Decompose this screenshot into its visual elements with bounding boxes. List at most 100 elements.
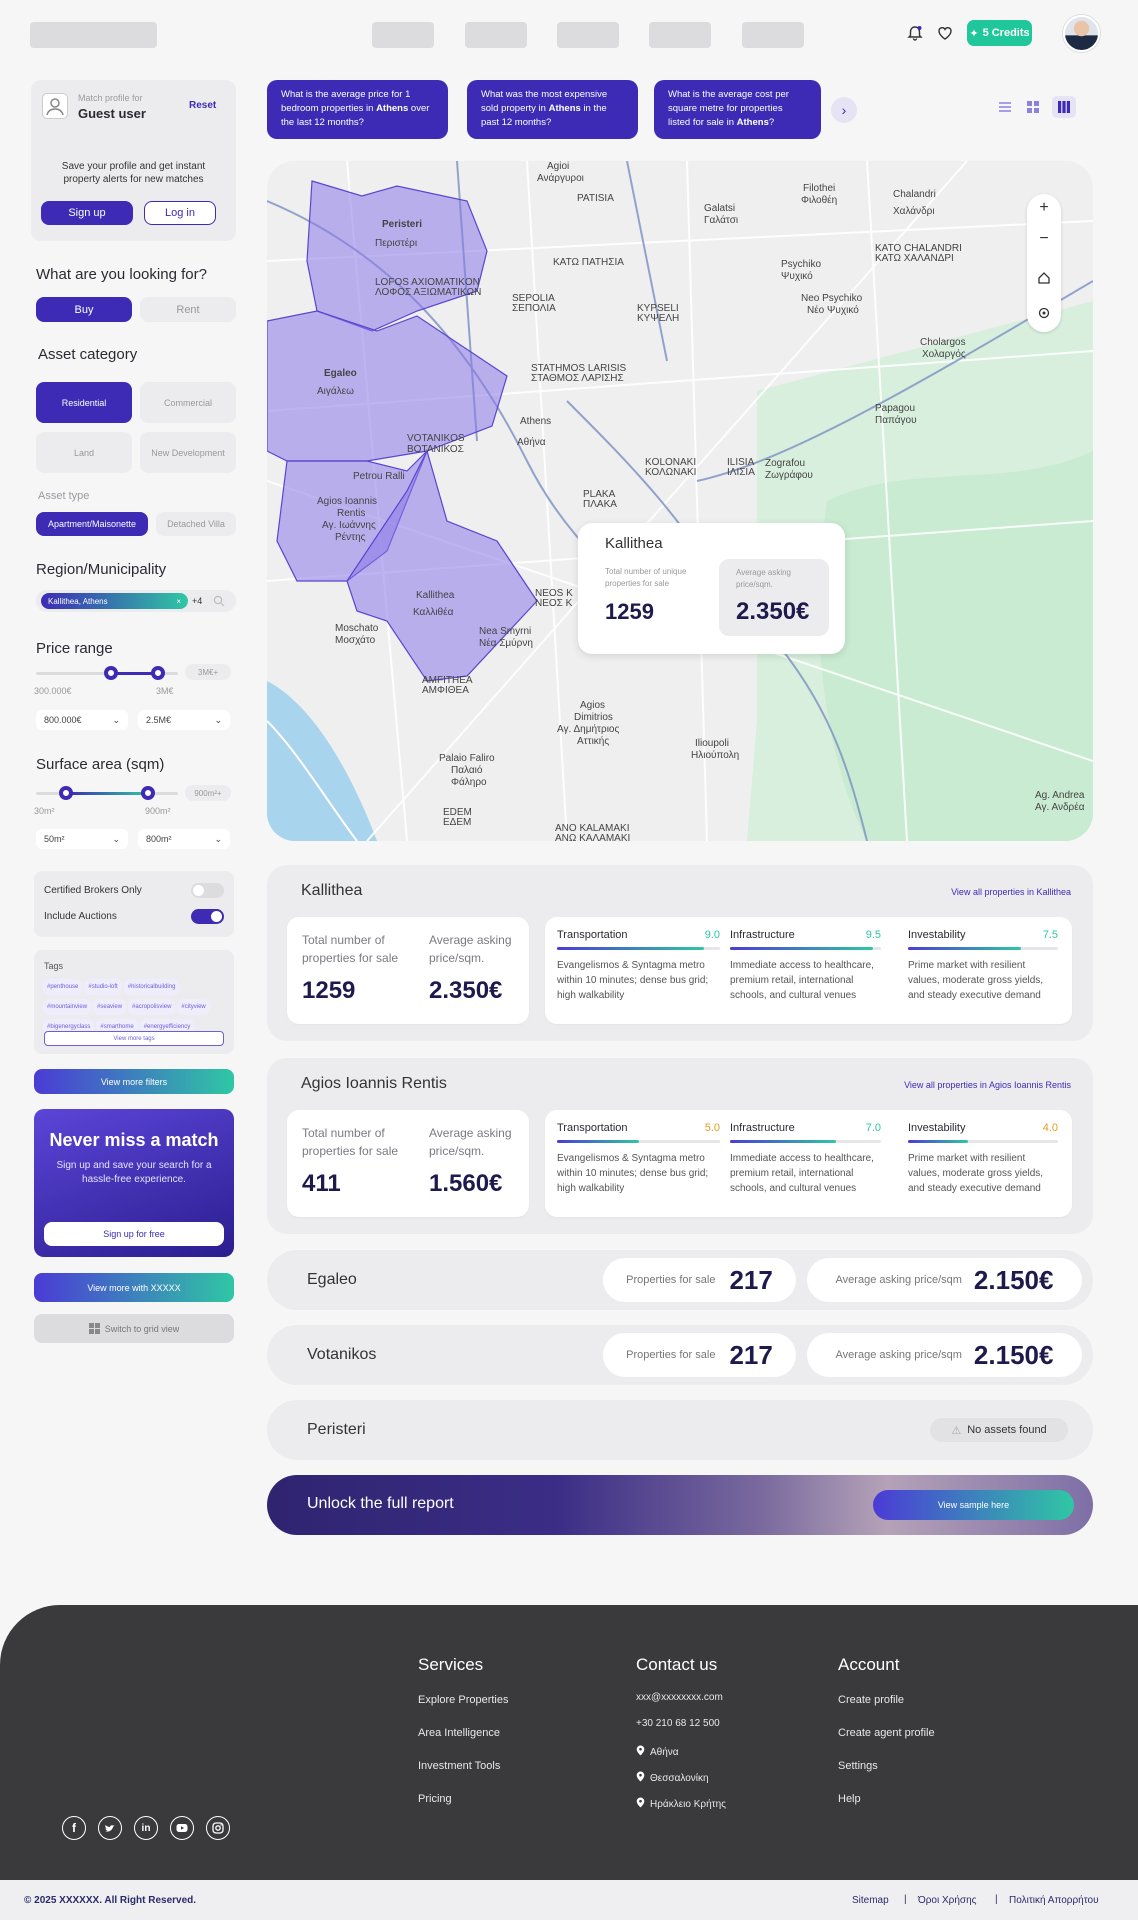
price-min-select[interactable]: 800.000€ ⌄ <box>36 710 128 730</box>
facebook-icon[interactable]: f <box>62 1816 86 1840</box>
tag-chip[interactable]: #historicalbuilding <box>123 979 180 995</box>
view-more-with-button[interactable]: View more with XXXXX <box>34 1273 234 1302</box>
footer-link[interactable]: Area Intelligence <box>418 1727 509 1739</box>
category-land[interactable]: Land <box>36 432 132 473</box>
switch-grid-button[interactable]: Switch to grid view <box>34 1314 234 1343</box>
footer-link[interactable]: Explore Properties <box>418 1694 509 1706</box>
view-sample-button[interactable]: View sample here <box>873 1490 1074 1520</box>
locate-icon[interactable] <box>1037 306 1051 320</box>
auctions-label: Include Auctions <box>44 911 117 922</box>
map[interactable]: Peristeri Περιστέρι Egaleo Αιγάλεω Agios… <box>267 161 1093 841</box>
nav-item-5[interactable] <box>742 22 804 48</box>
svg-text:ΣΕΠΟΛΙΑ: ΣΕΠΟΛΙΑ <box>512 303 556 314</box>
map-view-icon[interactable] <box>1052 96 1076 118</box>
tag-chip[interactable]: #seaview <box>93 999 127 1015</box>
score-bar-fill <box>908 1140 968 1143</box>
nav-item-2[interactable] <box>465 22 527 48</box>
home-icon[interactable] <box>1037 271 1051 285</box>
region-chip-label: Kallithea, Athens <box>48 596 108 606</box>
tag-chip[interactable]: #cityview <box>177 999 210 1015</box>
login-button[interactable]: Log in <box>144 201 216 225</box>
surface-max-select[interactable]: 800m² ⌄ <box>138 829 230 849</box>
category-residential[interactable]: Residential <box>36 382 132 423</box>
logo-placeholder[interactable] <box>30 22 157 48</box>
nav-item-4[interactable] <box>649 22 711 48</box>
svg-text:ΑΜΦΙΘΕΑ: ΑΜΦΙΘΕΑ <box>422 685 469 696</box>
sitemap-link[interactable]: Sitemap <box>852 1895 889 1906</box>
footer-link[interactable]: Help <box>838 1793 935 1805</box>
chip-close-icon[interactable]: × <box>176 597 181 606</box>
buy-toggle[interactable]: Buy <box>36 297 132 322</box>
zoom-in-icon[interactable]: + <box>1027 199 1061 225</box>
location-label[interactable]: Αθήνα <box>650 1747 679 1758</box>
tag-chip[interactable]: #penthouse <box>43 979 83 995</box>
type-apartment[interactable]: Apartment/Maisonette <box>36 512 148 536</box>
svg-text:Νέα Σμύρνη: Νέα Σμύρνη <box>479 637 533 649</box>
location-pin-icon <box>636 1797 645 1811</box>
notification-bell-icon[interactable] <box>906 24 924 42</box>
signup-button[interactable]: Sign up <box>41 201 133 225</box>
youtube-icon[interactable] <box>170 1816 194 1840</box>
instagram-icon[interactable] <box>206 1816 230 1840</box>
certified-toggle[interactable] <box>191 883 224 898</box>
reset-link[interactable]: Reset <box>189 100 216 111</box>
linkedin-icon[interactable]: in <box>134 1816 158 1840</box>
list-view-icon[interactable] <box>998 100 1012 114</box>
footer-link[interactable]: Investment Tools <box>418 1760 509 1772</box>
price-max-handle[interactable] <box>151 666 165 680</box>
footer-link[interactable]: Create profile <box>838 1694 935 1706</box>
footer-link[interactable]: Create agent profile <box>838 1727 935 1739</box>
terms-link[interactable]: Όροι Χρήσης <box>918 1895 976 1906</box>
tags-card: Tags #penthouse #studio-loft #historicalbu… <box>34 950 234 1054</box>
question-chip-1[interactable]: What is the average price for 1 bedroom … <box>267 80 448 139</box>
region-chip[interactable]: Kallithea, Athens × <box>41 593 188 609</box>
services-title: Services <box>418 1655 484 1674</box>
credits-button[interactable]: ✦ 5 Credits <box>967 20 1032 46</box>
view-more-tags-button[interactable]: View more tags <box>44 1031 224 1046</box>
price-min-handle[interactable] <box>104 666 118 680</box>
signup-free-button[interactable]: Sign up for free <box>44 1222 224 1246</box>
rent-toggle[interactable]: Rent <box>140 297 236 322</box>
surface-max-handle[interactable] <box>141 786 155 800</box>
favorites-heart-icon[interactable] <box>936 24 954 42</box>
surface-min-select[interactable]: 50m² ⌄ <box>36 829 128 849</box>
twitter-icon[interactable] <box>98 1816 122 1840</box>
contact-phone[interactable]: +30 210 68 12 500 <box>636 1718 720 1729</box>
surface-min-handle[interactable] <box>59 786 73 800</box>
nav-item-1[interactable] <box>372 22 434 48</box>
map-popup[interactable]: Kallithea Total number of unique propert… <box>578 523 845 654</box>
footer-link[interactable]: Settings <box>838 1760 935 1772</box>
tags-title: Tags <box>44 961 64 971</box>
region-row-egaleo[interactable]: Egaleo Properties for sale 217 Average aski… <box>267 1250 1093 1310</box>
location-label[interactable]: Θεσσαλονίκη <box>650 1773 709 1784</box>
location-label[interactable]: Ηράκλειο Κρήτης <box>650 1799 726 1810</box>
view-all-link[interactable]: View all properties in Agios Ioannis Ren… <box>904 1080 1071 1090</box>
contact-email[interactable]: xxx@xxxxxxxx.com <box>636 1692 723 1703</box>
tag-chip[interactable]: #studio-loft <box>84 979 122 995</box>
avg-label: Average asking price/sqm. <box>429 1126 512 1158</box>
region-search-icon[interactable] <box>213 594 225 607</box>
question-chip-2[interactable]: What was the most expensive sold propert… <box>467 80 638 139</box>
type-detached-villa[interactable]: Detached Villa <box>156 512 236 536</box>
grid-view-icon[interactable] <box>1026 100 1040 114</box>
category-new-development[interactable]: New Development <box>140 432 236 473</box>
privacy-link[interactable]: Πολιτική Απορρήτου <box>1009 1895 1099 1906</box>
question-chip-3[interactable]: What is the average cost per square metr… <box>654 80 821 139</box>
svg-text:Αγ. Δημήτριος: Αγ. Δημήτριος <box>557 723 619 735</box>
zoom-out-icon[interactable]: − <box>1027 230 1061 256</box>
view-all-link[interactable]: View all properties in Kallithea <box>951 887 1071 897</box>
region-row-peristeri[interactable]: Peristeri ⚠ No assets found <box>267 1400 1093 1460</box>
tag-chip[interactable]: #mountainview <box>43 999 92 1015</box>
svg-text:Αγ. Ιωάννης: Αγ. Ιωάννης <box>322 519 376 531</box>
price-max-select[interactable]: 2.5M€ ⌄ <box>138 710 230 730</box>
region-row-votanikos[interactable]: Votanikos Properties for sale 217 Average a… <box>267 1325 1093 1385</box>
tag-chip[interactable]: #acropolisview <box>128 999 176 1015</box>
next-question-button[interactable]: › <box>831 97 857 123</box>
view-more-filters-button[interactable]: View more filters <box>34 1069 234 1094</box>
footer-link[interactable]: Pricing <box>418 1793 509 1805</box>
svg-text:Παπάγου: Παπάγου <box>875 414 917 426</box>
user-avatar[interactable] <box>1063 15 1100 52</box>
category-commercial[interactable]: Commercial <box>140 382 236 423</box>
auctions-toggle[interactable] <box>191 909 224 924</box>
nav-item-3[interactable] <box>557 22 619 48</box>
